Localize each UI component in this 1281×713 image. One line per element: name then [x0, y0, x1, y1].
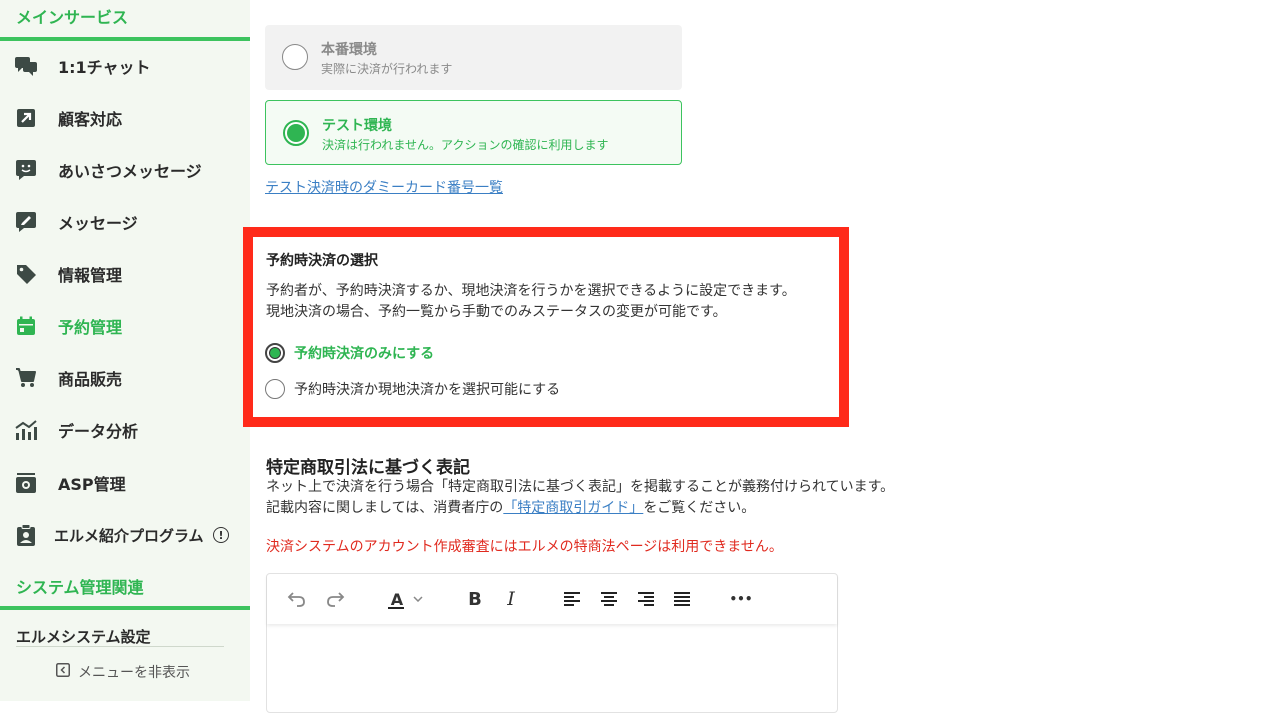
law-section-description: ネット上で決済を行う場合「特定商取引法に基づく表記」を掲載することが義務付けられ… — [266, 477, 894, 519]
align-left-icon[interactable] — [560, 587, 584, 611]
env-option-production[interactable]: 本番環境 実際に決済が行われます — [265, 25, 682, 90]
option-label: 予約時決済か現地決済かを選択可能にする — [294, 382, 561, 398]
chat-bubbles-icon — [14, 54, 38, 78]
sidebar-item-label: エルメ紹介プログラム — [54, 526, 204, 545]
calendar-icon — [14, 314, 38, 338]
section-description: 予約者が、予約時決済するか、現地決済を行うかを選択できるように設定できます。 現… — [266, 281, 796, 323]
system-section-title: システム管理関連 — [16, 578, 144, 597]
sidebar-item-system-settings[interactable]: エルメシステム設定 — [16, 626, 151, 647]
hide-menu-label: メニューを非表示 — [78, 665, 190, 681]
text-color-icon[interactable]: A — [385, 587, 429, 611]
env-desc: 決済は行われません。アクションの確認に利用します — [322, 138, 609, 152]
env-radio-production[interactable] — [282, 44, 308, 70]
sidebar-item-analytics[interactable]: データ分析 — [0, 410, 250, 450]
sidebar-item-label: 予約管理 — [58, 318, 123, 337]
hide-menu-button[interactable]: メニューを非表示 — [56, 662, 190, 682]
consumer-guide-link[interactable]: 「特定商取引ガイド」 — [503, 500, 643, 516]
arrow-up-right-icon — [14, 106, 38, 130]
main-section-title: メインサービス — [16, 8, 129, 27]
dummy-card-link[interactable]: テスト決済時のダミーカード番号一覧 — [265, 177, 503, 197]
italic-icon[interactable]: I — [499, 587, 523, 611]
more-icon[interactable]: ••• — [729, 587, 753, 611]
warning-text: 決済システムのアカウント作成審査にはエルメの特商法ページは利用できません。 — [266, 539, 783, 555]
edit-message-icon — [14, 210, 38, 234]
align-center-icon[interactable] — [597, 587, 621, 611]
align-justify-icon[interactable] — [670, 587, 694, 611]
sidebar-item-label: 顧客対応 — [58, 110, 123, 129]
color-underline — [388, 607, 404, 609]
payment-option-selectable[interactable]: 予約時決済か現地決済かを選択可能にする — [265, 379, 560, 399]
sidebar-item-label: ASP管理 — [58, 475, 126, 494]
bold-icon[interactable]: B — [463, 587, 487, 611]
redo-icon[interactable] — [323, 587, 347, 611]
radio-selected[interactable] — [265, 343, 285, 363]
description-line: 予約者が、予約時決済するか、現地決済を行うかを選択できるように設定できます。 — [266, 283, 796, 299]
rich-text-editor[interactable]: A B I ••• — [266, 573, 838, 713]
undo-icon[interactable] — [285, 587, 309, 611]
text: をご覧ください。 — [643, 500, 756, 516]
text-color-glyph: A — [390, 589, 404, 609]
env-title: 本番環境 — [321, 42, 377, 58]
sidebar-item-label: 1:1チャット — [58, 58, 151, 77]
sidebar-item-label: 商品販売 — [58, 370, 123, 389]
sidebar-item-info[interactable]: 情報管理 — [0, 254, 250, 294]
radio-unselected[interactable] — [265, 379, 285, 399]
sidebar-item-sales[interactable]: 商品販売 — [0, 358, 250, 398]
env-title: テスト環境 — [322, 118, 392, 134]
sidebar-item-label: 情報管理 — [58, 266, 123, 285]
sidebar-item-referral[interactable]: エルメ紹介プログラム ! — [0, 515, 250, 555]
sidebar-item-customer[interactable]: 顧客対応 — [0, 98, 250, 138]
info-badge-icon: ! — [213, 527, 229, 543]
sidebar-item-asp[interactable]: ASP管理 — [0, 463, 250, 503]
description-line: ネット上で決済を行う場合「特定商取引法に基づく表記」を掲載することが義務付けられ… — [266, 479, 895, 495]
chart-icon — [14, 418, 38, 442]
clipboard-user-icon — [14, 523, 38, 547]
sidebar-item-label: あいさつメッセージ — [58, 162, 202, 181]
settings-divider — [16, 646, 224, 647]
env-option-test[interactable]: テスト環境 決済は行われません。アクションの確認に利用します — [265, 100, 682, 165]
editor-toolbar: A B I ••• — [267, 574, 837, 624]
sidebar: メインサービス 1:1チャット 顧客対応 あいさつメッセージ メッセージ 情報管… — [0, 0, 250, 701]
sidebar-item-reservation[interactable]: 予約管理 — [0, 306, 250, 346]
smile-message-icon — [14, 158, 38, 182]
option-label: 予約時決済のみにする — [294, 346, 435, 362]
section-title: 予約時決済の選択 — [266, 253, 378, 269]
sidebar-item-label: データ分析 — [58, 422, 139, 441]
sidebar-item-label: メッセージ — [58, 214, 138, 233]
text: 記載内容に関しましては、消費者庁の — [266, 500, 504, 516]
reservation-payment-section: 予約時決済の選択 予約者が、予約時決済するか、現地決済を行うかを選択できるように… — [243, 227, 849, 427]
sidebar-item-greeting[interactable]: あいさつメッセージ — [0, 150, 250, 190]
cart-icon — [14, 366, 38, 390]
align-right-icon[interactable] — [634, 587, 658, 611]
sidebar-item-message[interactable]: メッセージ — [0, 202, 250, 242]
description-line: 現地決済の場合、予約一覧から手動でのみステータスの変更が可能です。 — [266, 304, 727, 320]
system-section-divider — [0, 606, 250, 610]
main-section-divider — [0, 37, 250, 41]
inbox-icon — [14, 471, 38, 495]
env-radio-test[interactable] — [283, 120, 309, 146]
collapse-icon — [56, 663, 70, 681]
env-desc: 実際に決済が行われます — [321, 62, 453, 76]
tag-icon — [14, 262, 38, 286]
law-section-title: 特定商取引法に基づく表記 — [266, 458, 470, 478]
description-line: 記載内容に関しましては、消費者庁の「特定商取引ガイド」をご覧ください。 — [266, 498, 894, 519]
payment-option-prepay-only[interactable]: 予約時決済のみにする — [265, 343, 434, 363]
sidebar-item-chat[interactable]: 1:1チャット — [0, 46, 250, 86]
